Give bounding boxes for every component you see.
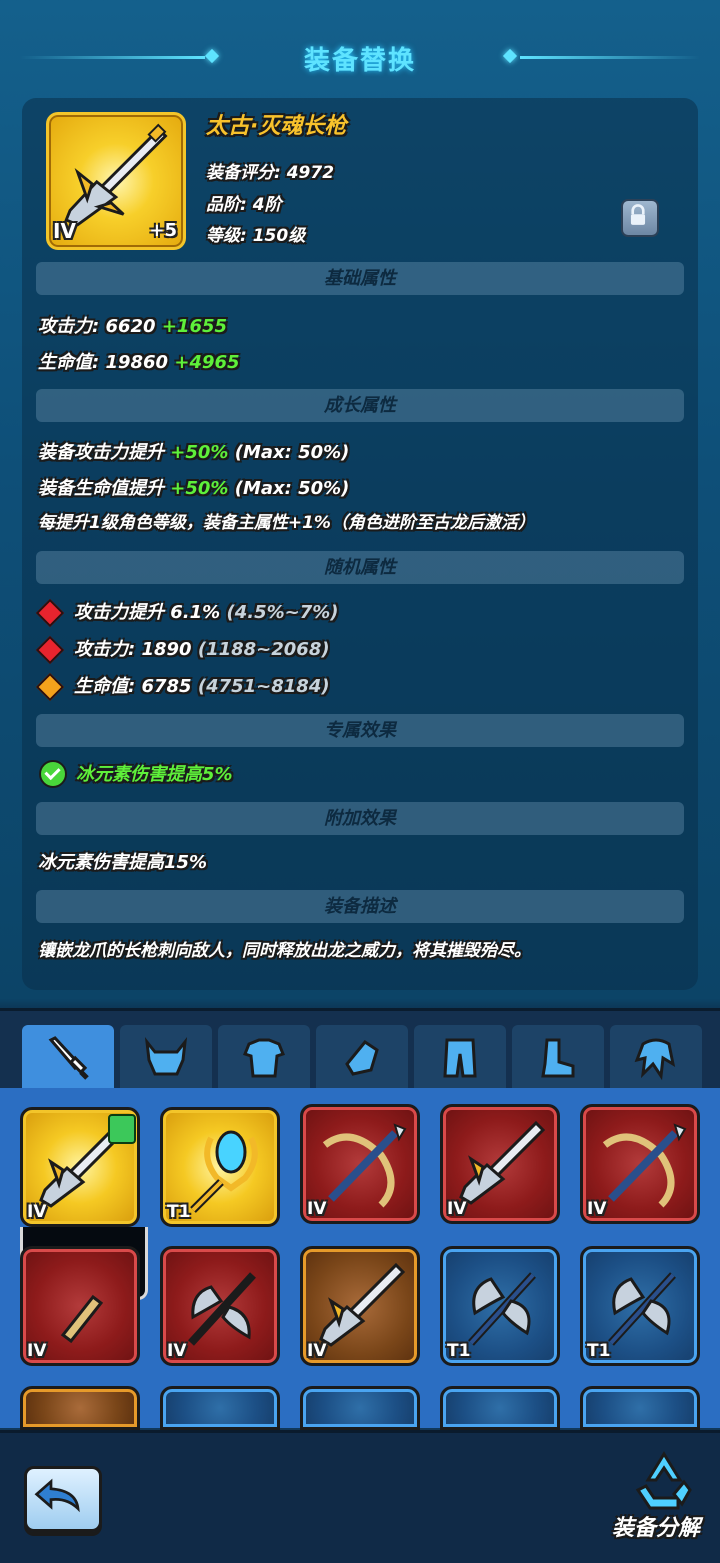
random-stat-label: 生命值: 6785 [74, 676, 192, 697]
item-name: 太古·灭魂长枪 [206, 114, 347, 139]
recycle-icon [635, 1451, 692, 1510]
random-stat-label: 攻击力: 1890 [74, 639, 192, 660]
tab-bracer[interactable] [316, 1025, 408, 1091]
check-icon [39, 760, 67, 788]
base-stat-bonus: +1655 [161, 316, 228, 337]
card-tier: IV [167, 1341, 187, 1361]
equipment-card-partial[interactable] [440, 1386, 560, 1430]
base-stat-label: 攻击力: 6620 [38, 316, 156, 337]
tab-armor[interactable] [218, 1025, 310, 1091]
section-header-description: 装备描述 [36, 890, 684, 923]
equipment-card-partial[interactable] [580, 1386, 700, 1430]
tab-weapon[interactable] [22, 1025, 114, 1091]
extra-effect: 冰元素伤害提高15% [38, 852, 208, 873]
equipment-card[interactable]: T1 [160, 1107, 280, 1227]
boots-icon [541, 1038, 575, 1078]
pants-icon [443, 1038, 477, 1078]
equipment-card-partial[interactable] [300, 1386, 420, 1430]
sword-icon [48, 1036, 89, 1080]
title-bar: 装备替换 [0, 30, 720, 86]
equipment-card[interactable]: IV [20, 1246, 140, 1366]
item-level: 等级: 150级 [206, 226, 306, 246]
tab-helmet[interactable] [120, 1025, 212, 1091]
equipment-card[interactable]: IV [300, 1104, 420, 1224]
bracer-icon [345, 1039, 379, 1076]
base-stat-label: 生命值: 19860 [38, 352, 169, 373]
growth-stat-label: 装备攻击力提升 [38, 442, 164, 463]
equipment-card[interactable]: IV [580, 1104, 700, 1224]
title-divider-right [520, 56, 700, 59]
back-button[interactable] [24, 1466, 102, 1532]
item-description: 镶嵌龙爪的长枪刺向敌人，同时释放出龙之威力，将其摧毁殆尽。 [38, 941, 531, 961]
card-tier: IV [307, 1199, 327, 1219]
item-grade: 品阶: 4阶 [206, 195, 282, 215]
growth-stat-bonus: +50% [170, 478, 229, 499]
cloak-icon [634, 1038, 676, 1081]
equipment-slot-tabs [0, 1008, 720, 1091]
item-icon-spear: IV +5 [46, 112, 186, 250]
card-tier: IV [447, 1199, 467, 1219]
tab-pants[interactable] [414, 1025, 506, 1091]
random-stat-range: (4751~8184) [197, 676, 330, 697]
random-stat-3: 生命值: 6785 (4751~8184) [74, 672, 330, 698]
growth-stat-hp: 装备生命值提升 +50% (Max: 50%) [38, 474, 349, 500]
item-score: 装备评分: 4972 [206, 163, 335, 183]
helmet-icon [144, 1037, 188, 1076]
base-stat-bonus: +4965 [174, 352, 240, 373]
growth-stat-attack: 装备攻击力提升 +50% (Max: 50%) [38, 438, 349, 464]
equipment-card-partial[interactable] [160, 1386, 280, 1430]
equipment-card[interactable]: T1 [580, 1246, 700, 1366]
item-tier: IV [53, 219, 76, 243]
random-stat-1: 攻击力提升 6.1% (4.5%~7%) [74, 598, 339, 624]
item-enhance-level: +5 [149, 220, 177, 241]
card-tier: T1 [447, 1341, 471, 1361]
lock-button[interactable] [621, 199, 659, 237]
section-header-base: 基础属性 [36, 262, 684, 295]
random-stat-range: (1188~2068) [197, 639, 330, 660]
base-stat-attack: 攻击力: 6620 +1655 [38, 312, 227, 338]
growth-stat-max: (Max: 50%) [234, 442, 350, 463]
dismantle-button[interactable] [624, 1450, 704, 1514]
equipment-card[interactable]: IV [160, 1246, 280, 1366]
tab-boots[interactable] [512, 1025, 604, 1091]
growth-stat-max: (Max: 50%) [234, 478, 350, 499]
equipment-card[interactable]: IV [440, 1104, 560, 1224]
card-tier: IV [587, 1199, 607, 1219]
card-tier: IV [307, 1341, 327, 1361]
random-stat-label: 攻击力提升 6.1% [74, 602, 221, 623]
equipment-card[interactable]: T1 [440, 1246, 560, 1366]
base-stat-hp: 生命值: 19860 +4965 [38, 348, 240, 374]
card-tier: T1 [587, 1341, 611, 1361]
tab-cloak[interactable] [610, 1025, 702, 1091]
equipped-badge-icon [108, 1114, 136, 1144]
random-stat-2: 攻击力: 1890 (1188~2068) [74, 635, 330, 661]
section-header-extra: 附加效果 [36, 802, 684, 835]
equipment-card[interactable]: IV [300, 1246, 420, 1366]
random-stat-range: (4.5%~7%) [226, 602, 339, 623]
section-header-growth: 成长属性 [36, 389, 684, 422]
card-tier: IV [27, 1341, 47, 1361]
growth-stat-label: 装备生命值提升 [38, 478, 164, 499]
card-tier: T1 [167, 1202, 191, 1222]
growth-stat-bonus: +50% [170, 442, 229, 463]
dismantle-label[interactable]: 装备分解 [612, 1510, 700, 1542]
section-header-exclusive: 专属效果 [36, 714, 684, 747]
back-arrow-icon [34, 1478, 80, 1513]
section-header-random: 随机属性 [36, 551, 684, 584]
armor-icon [243, 1038, 285, 1078]
equipment-card-partial[interactable] [20, 1386, 140, 1430]
lock-icon [630, 204, 646, 225]
card-tier: IV [27, 1202, 47, 1222]
growth-note: 每提升1级角色等级，装备主属性+1%（角色进阶至古龙后激活） [38, 513, 535, 533]
bottom-bar [0, 1430, 720, 1563]
exclusive-effect: 冰元素伤害提高5% [76, 764, 233, 785]
